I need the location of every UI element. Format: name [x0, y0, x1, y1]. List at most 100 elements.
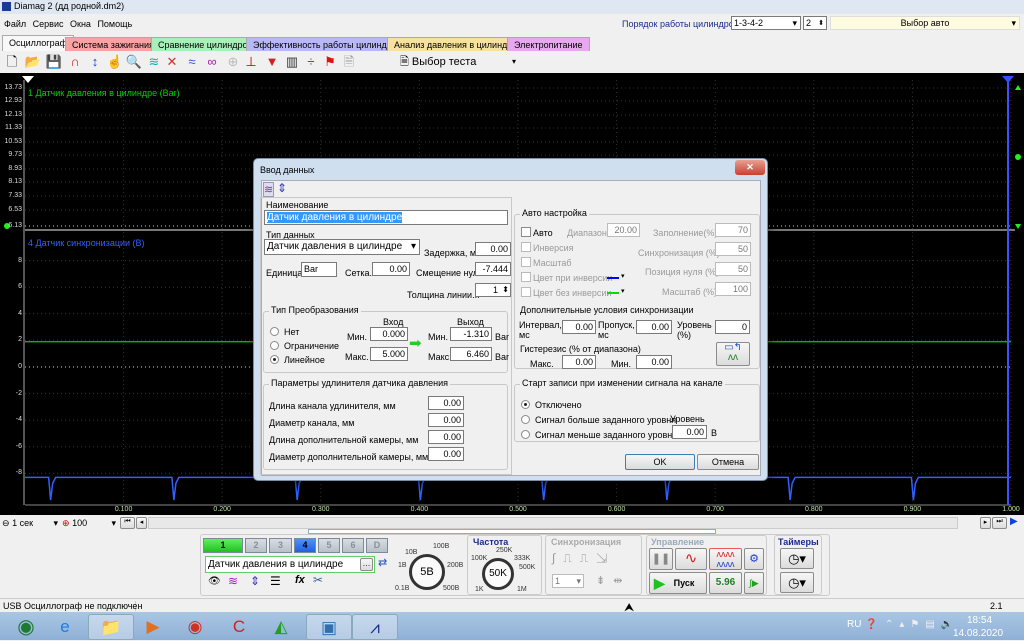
channel-d-button[interactable]: D	[366, 538, 388, 553]
zoom-horizontal-icon[interactable]: ∩	[66, 54, 84, 70]
waves-icon[interactable]: ≋	[228, 574, 238, 588]
name-input[interactable]: Датчик давления в цилиндре	[264, 210, 508, 225]
chevron-down-icon[interactable]: ▾	[621, 287, 625, 295]
menu-file[interactable]: Файл	[4, 19, 26, 29]
start-level-input[interactable]: 0.00	[672, 425, 707, 439]
channel-2-button[interactable]: 2	[245, 538, 267, 553]
start-above-radio[interactable]	[521, 415, 530, 424]
close-button[interactable]: ✕	[735, 160, 765, 175]
file-explorer-icon[interactable]: 📁	[88, 614, 134, 640]
function-icon[interactable]: fx	[295, 574, 305, 586]
range-input[interactable]: 20.00	[607, 223, 640, 237]
waves-icon[interactable]: ≋	[263, 182, 275, 197]
app-icon[interactable]: ◭	[258, 614, 304, 640]
line-width-spinner[interactable]: 1 ⬍	[475, 283, 511, 297]
timer-1-button[interactable]: ◷▾	[780, 548, 814, 569]
tab-power[interactable]: Электропитание	[507, 37, 590, 51]
hyst-min-input[interactable]: 0.00	[636, 355, 672, 369]
zero-position-input[interactable]: 50	[715, 262, 751, 276]
start-disabled-radio[interactable]	[521, 400, 530, 409]
new-file-icon[interactable]: 🗋	[3, 54, 21, 70]
cancel-button[interactable]: Отмена	[697, 454, 759, 470]
document-icon[interactable]: 🗎	[340, 54, 358, 70]
channel-6-button[interactable]: 6	[342, 538, 364, 553]
auto-select[interactable]: Выбор авто ▾	[830, 16, 1020, 30]
ext-channel-diameter-input[interactable]: 0.00	[428, 413, 464, 427]
sine-button[interactable]: ∿	[675, 548, 707, 570]
diamag-icon[interactable]: ⩘	[352, 614, 398, 640]
cylinder-order-select[interactable]: 1-3-4-2 ▾	[731, 16, 801, 30]
zoom-select[interactable]: ⊕ 100 ▾	[62, 518, 118, 530]
step-back-button[interactable]: ◂	[136, 517, 147, 529]
ccleaner-icon[interactable]: C	[216, 614, 262, 640]
start-button[interactable]: ▶ Пуск	[649, 572, 707, 594]
out-min-input[interactable]: -1.310	[450, 327, 492, 341]
ext-chamber-diameter-input[interactable]: 0.00	[428, 447, 464, 461]
interval-input[interactable]: 0.00	[562, 320, 596, 334]
frequency-knob[interactable]: 50K	[482, 558, 514, 590]
tab-cylinder-compare[interactable]: Сравнение цилиндров	[151, 37, 260, 51]
hand-icon[interactable]: ☝	[106, 54, 124, 70]
auto-play-button[interactable]: ∫▶	[744, 572, 764, 594]
cursor-x-icon[interactable]: ✕	[163, 54, 181, 70]
color-inversion-swatch[interactable]	[607, 277, 619, 279]
timer-2-button[interactable]: ◷▾	[780, 572, 814, 593]
language-indicator[interactable]: RU	[847, 619, 861, 630]
fill-input[interactable]: 70	[715, 223, 751, 237]
zero-icon[interactable]: ⊥	[242, 54, 260, 70]
vertical-arrows-icon[interactable]: ⇕	[250, 574, 260, 588]
ok-button[interactable]: OK	[625, 454, 695, 470]
test-select[interactable]: 🗎 Выбор теста ▾	[400, 54, 518, 70]
skip-input[interactable]: 0.00	[636, 320, 672, 334]
ext-channel-length-input[interactable]: 0.00	[428, 396, 464, 410]
unit-input[interactable]: Bar	[301, 262, 337, 277]
tab-ignition[interactable]: Система зажигания	[65, 37, 161, 51]
tray-icons[interactable]: ⌃▴⚑▤🔈	[885, 619, 959, 630]
menu-help[interactable]: Помощь	[97, 19, 132, 29]
sync-level-icons[interactable]: ⇟⇹	[596, 574, 630, 587]
start-below-radio[interactable]	[521, 430, 530, 439]
pause-button[interactable]: ❚❚	[649, 548, 673, 570]
time-scale-select[interactable]: ⊖ 1 сек ▾	[2, 518, 60, 530]
waves-icon[interactable]: ≈	[183, 54, 201, 70]
chrome-icon[interactable]: ◉	[172, 614, 218, 640]
volt-knob[interactable]: 5В	[409, 554, 445, 590]
tab-cylinder-efficiency[interactable]: Эффективность работы цилиндров	[246, 37, 409, 51]
conversion-none-radio[interactable]	[270, 327, 279, 336]
inversion-checkbox[interactable]	[521, 242, 531, 252]
vertical-arrows-icon[interactable]: ⇕	[277, 181, 287, 195]
channel-4-button[interactable]: 4	[294, 538, 316, 553]
color-no-inversion-checkbox[interactable]	[521, 287, 531, 297]
lines-icon[interactable]: ☰	[270, 574, 281, 588]
auto-settings-button[interactable]: ⚙	[744, 548, 764, 570]
zoom-vertical-icon[interactable]: ↕	[86, 54, 104, 70]
cylinder-count-spinner[interactable]: 2 ⬍	[803, 16, 827, 30]
scale-checkbox[interactable]	[521, 257, 531, 267]
save-icon[interactable]: 💾	[45, 54, 63, 70]
out-max-input[interactable]: 6.460	[450, 347, 492, 361]
go-end-button[interactable]: ⏭	[992, 517, 1007, 529]
channel-name-field[interactable]: Датчик давления в цилиндре …	[205, 556, 375, 573]
table-icon[interactable]: ▥	[283, 54, 301, 70]
go-start-button[interactable]: ⏮	[120, 517, 135, 529]
photo-viewer-icon[interactable]: ▣	[306, 614, 352, 640]
in-min-input[interactable]: 0.000	[370, 327, 408, 341]
channel-5-button[interactable]: 5	[318, 538, 340, 553]
channel-3-button[interactable]: 3	[269, 538, 292, 553]
zoom-in-icon[interactable]: ⊕	[62, 518, 70, 528]
auto-checkbox[interactable]	[521, 227, 531, 237]
browse-button[interactable]: …	[360, 558, 373, 571]
hyst-max-input[interactable]: 0.00	[562, 355, 596, 369]
ext-chamber-length-input[interactable]: 0.00	[428, 430, 464, 444]
sync-channel-select[interactable]: 1 ▾	[552, 574, 584, 588]
auto-icon[interactable]: ⊕	[224, 54, 242, 70]
magnifier-icon[interactable]: 🔍	[125, 54, 143, 70]
fit-icon[interactable]: ≋	[145, 54, 163, 70]
delay-input[interactable]: 0.00	[475, 242, 511, 256]
open-folder-icon[interactable]: 📂	[24, 54, 42, 70]
zoom-out-icon[interactable]: ⊖	[2, 518, 10, 528]
sync-slope-icons[interactable]: ∫⎍⎍⇲	[552, 551, 615, 566]
noise-wave-button[interactable]: ʌʌʌʌ ʌʌʌʌ	[709, 548, 742, 570]
in-max-input[interactable]: 5.000	[370, 347, 408, 361]
flag-icon[interactable]: ⚑	[321, 54, 339, 70]
